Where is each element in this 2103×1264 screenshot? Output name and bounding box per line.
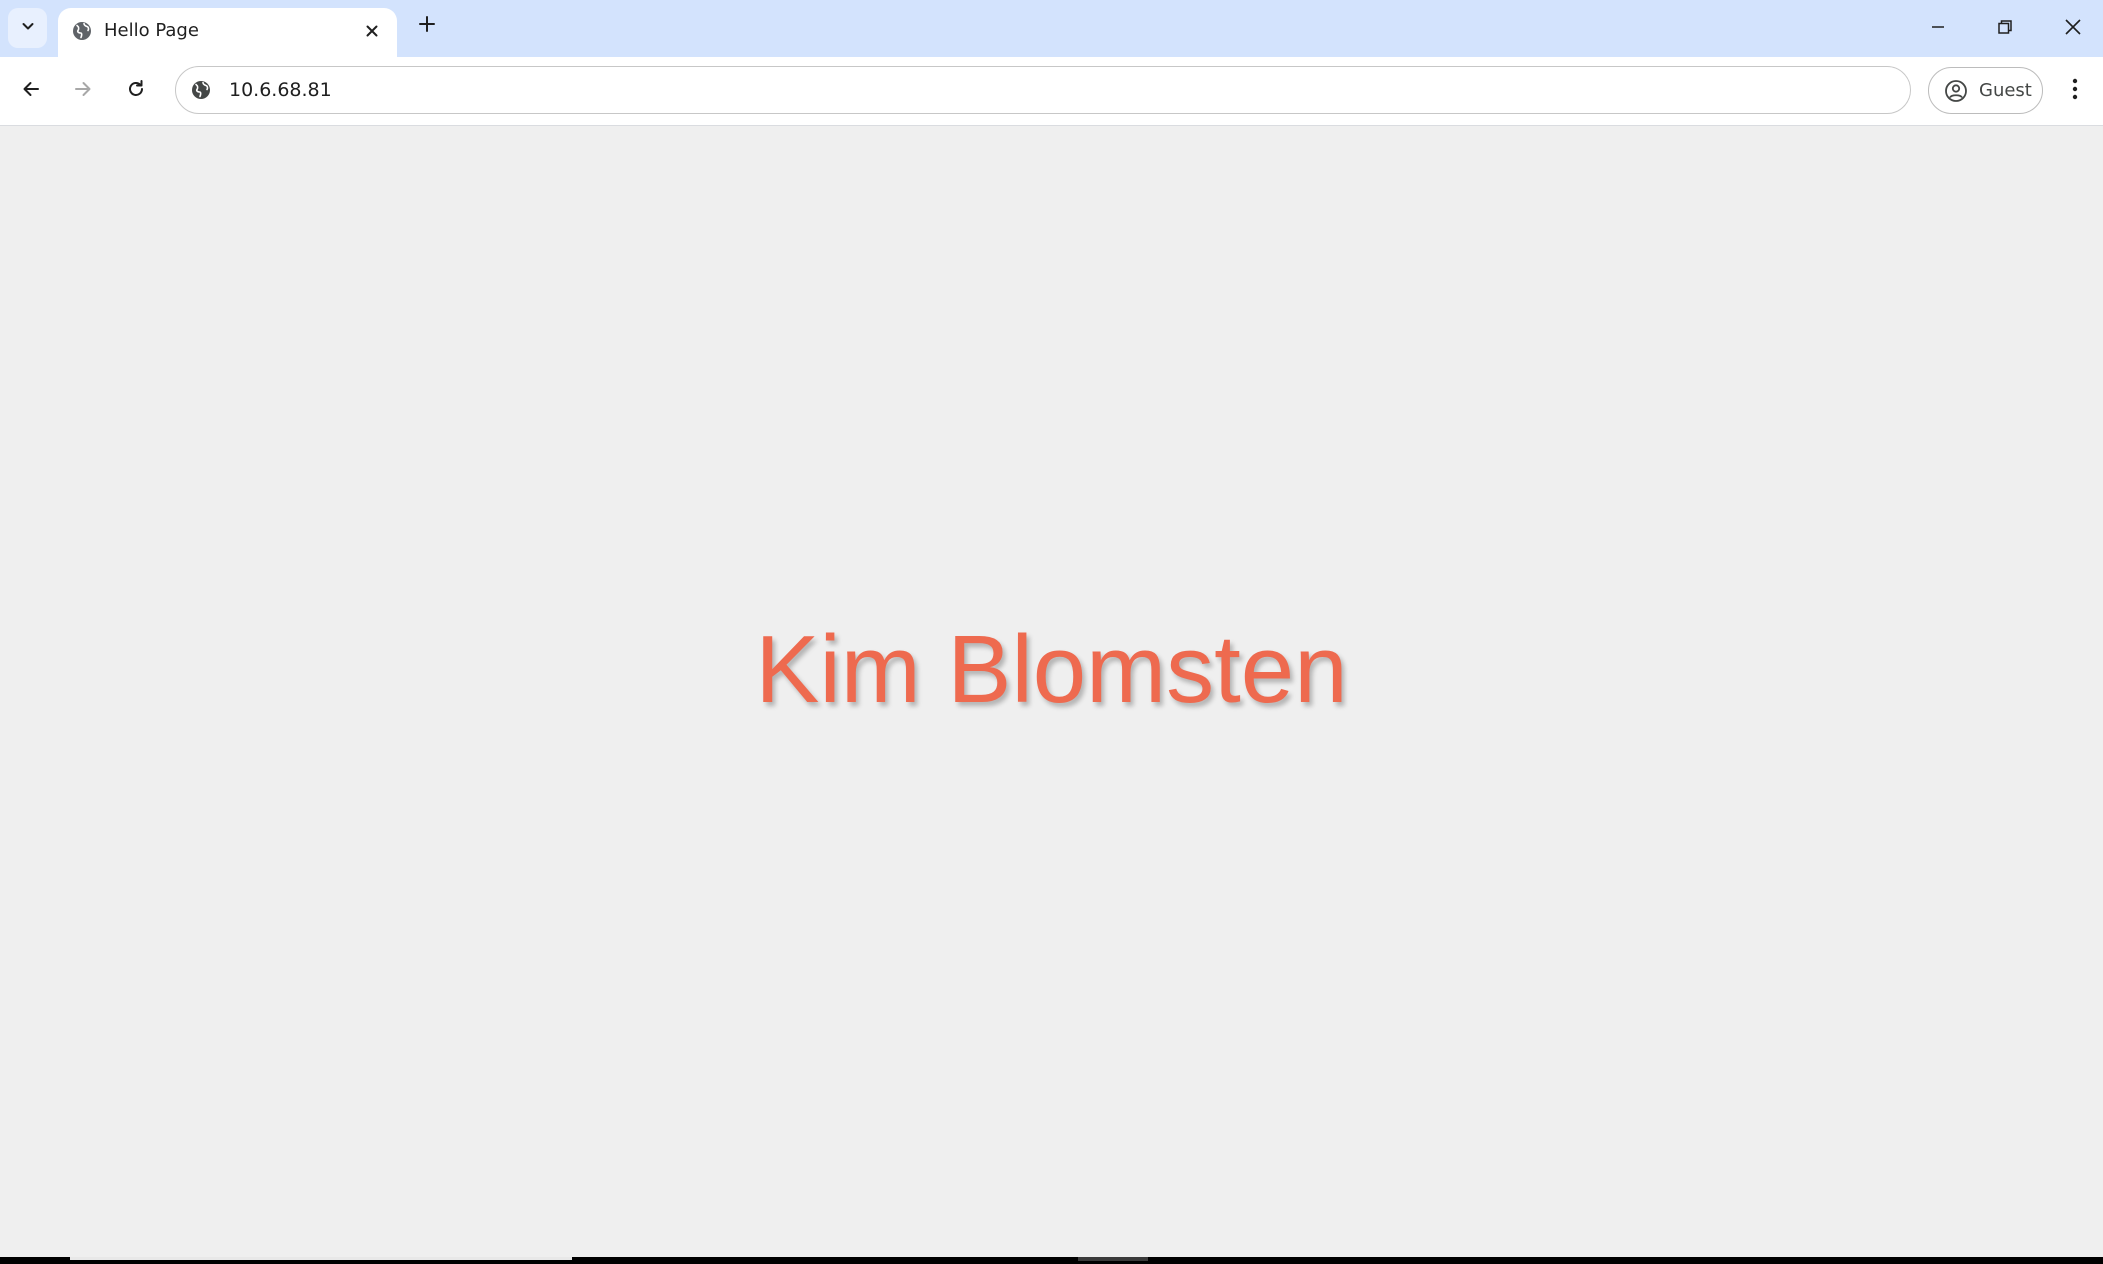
browser-window: Hello Page 10.6.68.81 Guest Kim Blomsten xyxy=(0,0,2103,1264)
minimize-icon xyxy=(1929,18,1947,40)
globe-icon xyxy=(70,19,94,43)
close-icon[interactable] xyxy=(359,18,385,44)
taskbar-strip xyxy=(0,1257,2103,1264)
reload-button[interactable] xyxy=(116,71,156,111)
arrow-right-icon xyxy=(72,78,94,104)
back-button[interactable] xyxy=(11,71,51,111)
tab-strip: Hello Page xyxy=(0,0,2103,57)
taskbar-segment xyxy=(1078,1257,1148,1261)
tab-title: Hello Page xyxy=(104,20,199,41)
browser-toolbar: 10.6.68.81 Guest xyxy=(0,57,2103,126)
site-info-icon[interactable] xyxy=(189,78,213,102)
tab-search-button[interactable] xyxy=(8,8,47,48)
person-circle-icon xyxy=(1943,78,1969,104)
restore-button[interactable] xyxy=(1972,0,2038,57)
tab-hello-page[interactable]: Hello Page xyxy=(58,8,397,57)
chevron-down-icon xyxy=(20,18,36,38)
page-viewport: Kim Blomsten xyxy=(0,126,2103,1257)
address-bar[interactable]: 10.6.68.81 xyxy=(175,66,1911,114)
close-icon xyxy=(2063,17,2083,41)
forward-button[interactable] xyxy=(63,71,103,111)
taskbar-segment xyxy=(70,1257,572,1260)
restore-icon xyxy=(1996,18,2014,40)
plus-icon xyxy=(418,15,436,37)
page-heading: Kim Blomsten xyxy=(755,616,1348,723)
minimize-button[interactable] xyxy=(1905,0,1971,57)
window-close-button[interactable] xyxy=(2040,0,2103,57)
reload-icon xyxy=(125,78,147,104)
profile-label: Guest xyxy=(1979,80,2032,101)
arrow-left-icon xyxy=(20,78,42,104)
profile-button[interactable]: Guest xyxy=(1928,67,2043,114)
browser-menu-button[interactable] xyxy=(2060,71,2090,111)
kebab-menu-icon xyxy=(2071,77,2079,105)
url-text[interactable]: 10.6.68.81 xyxy=(229,77,332,103)
new-tab-button[interactable] xyxy=(412,11,442,41)
